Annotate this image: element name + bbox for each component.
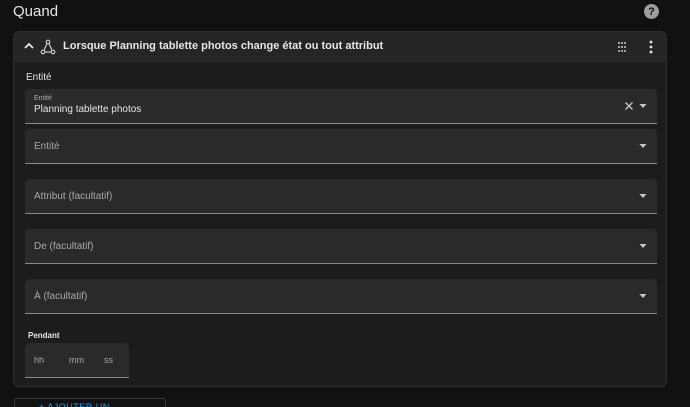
more-vert-icon[interactable] xyxy=(648,40,654,54)
help-icon[interactable]: ? xyxy=(644,4,659,19)
add-trigger-button[interactable]: + AJOUTER UN DÉCLENCHEUR xyxy=(14,398,166,407)
state-trigger-icon xyxy=(40,39,56,55)
dropdown-arrow-icon[interactable] xyxy=(639,103,647,109)
to-state-placeholder: À (facultatif) xyxy=(34,291,88,302)
duration-input[interactable]: hh mm ss xyxy=(25,343,129,378)
minutes-input[interactable]: mm xyxy=(69,355,84,365)
close-icon[interactable] xyxy=(624,101,634,111)
attribute-field[interactable]: Attribut (facultatif) xyxy=(25,179,657,214)
dropdown-arrow-icon[interactable] xyxy=(639,143,647,149)
entity-picker-placeholder: Entité xyxy=(34,141,60,152)
seconds-input[interactable]: ss xyxy=(104,355,113,365)
entity-picker-field[interactable]: Entité xyxy=(25,129,657,164)
trigger-title: Lorsque Planning tablette photos change … xyxy=(63,40,384,52)
drag-handle-icon[interactable] xyxy=(617,41,627,53)
dropdown-arrow-icon[interactable] xyxy=(639,243,647,249)
to-state-field[interactable]: À (facultatif) xyxy=(25,279,657,314)
attribute-placeholder: Attribut (facultatif) xyxy=(34,191,113,202)
entity-field-label: Entité xyxy=(34,95,52,102)
dropdown-arrow-icon[interactable] xyxy=(639,193,647,199)
chevron-up-icon[interactable] xyxy=(22,39,36,53)
duration-label: Pendant xyxy=(28,331,60,340)
from-state-field[interactable]: De (facultatif) xyxy=(25,229,657,264)
entity-field[interactable]: Entité Planning tablette photos xyxy=(25,89,657,124)
page-title: Quand xyxy=(13,3,59,20)
from-state-placeholder: De (facultatif) xyxy=(34,241,94,252)
entity-section-label: Entité xyxy=(26,72,52,83)
hours-input[interactable]: hh xyxy=(34,355,44,365)
trigger-card: Lorsque Planning tablette photos change … xyxy=(13,31,667,387)
dropdown-arrow-icon[interactable] xyxy=(639,293,647,299)
entity-field-value: Planning tablette photos xyxy=(34,104,142,115)
trigger-card-header[interactable]: Lorsque Planning tablette photos change … xyxy=(14,32,666,62)
